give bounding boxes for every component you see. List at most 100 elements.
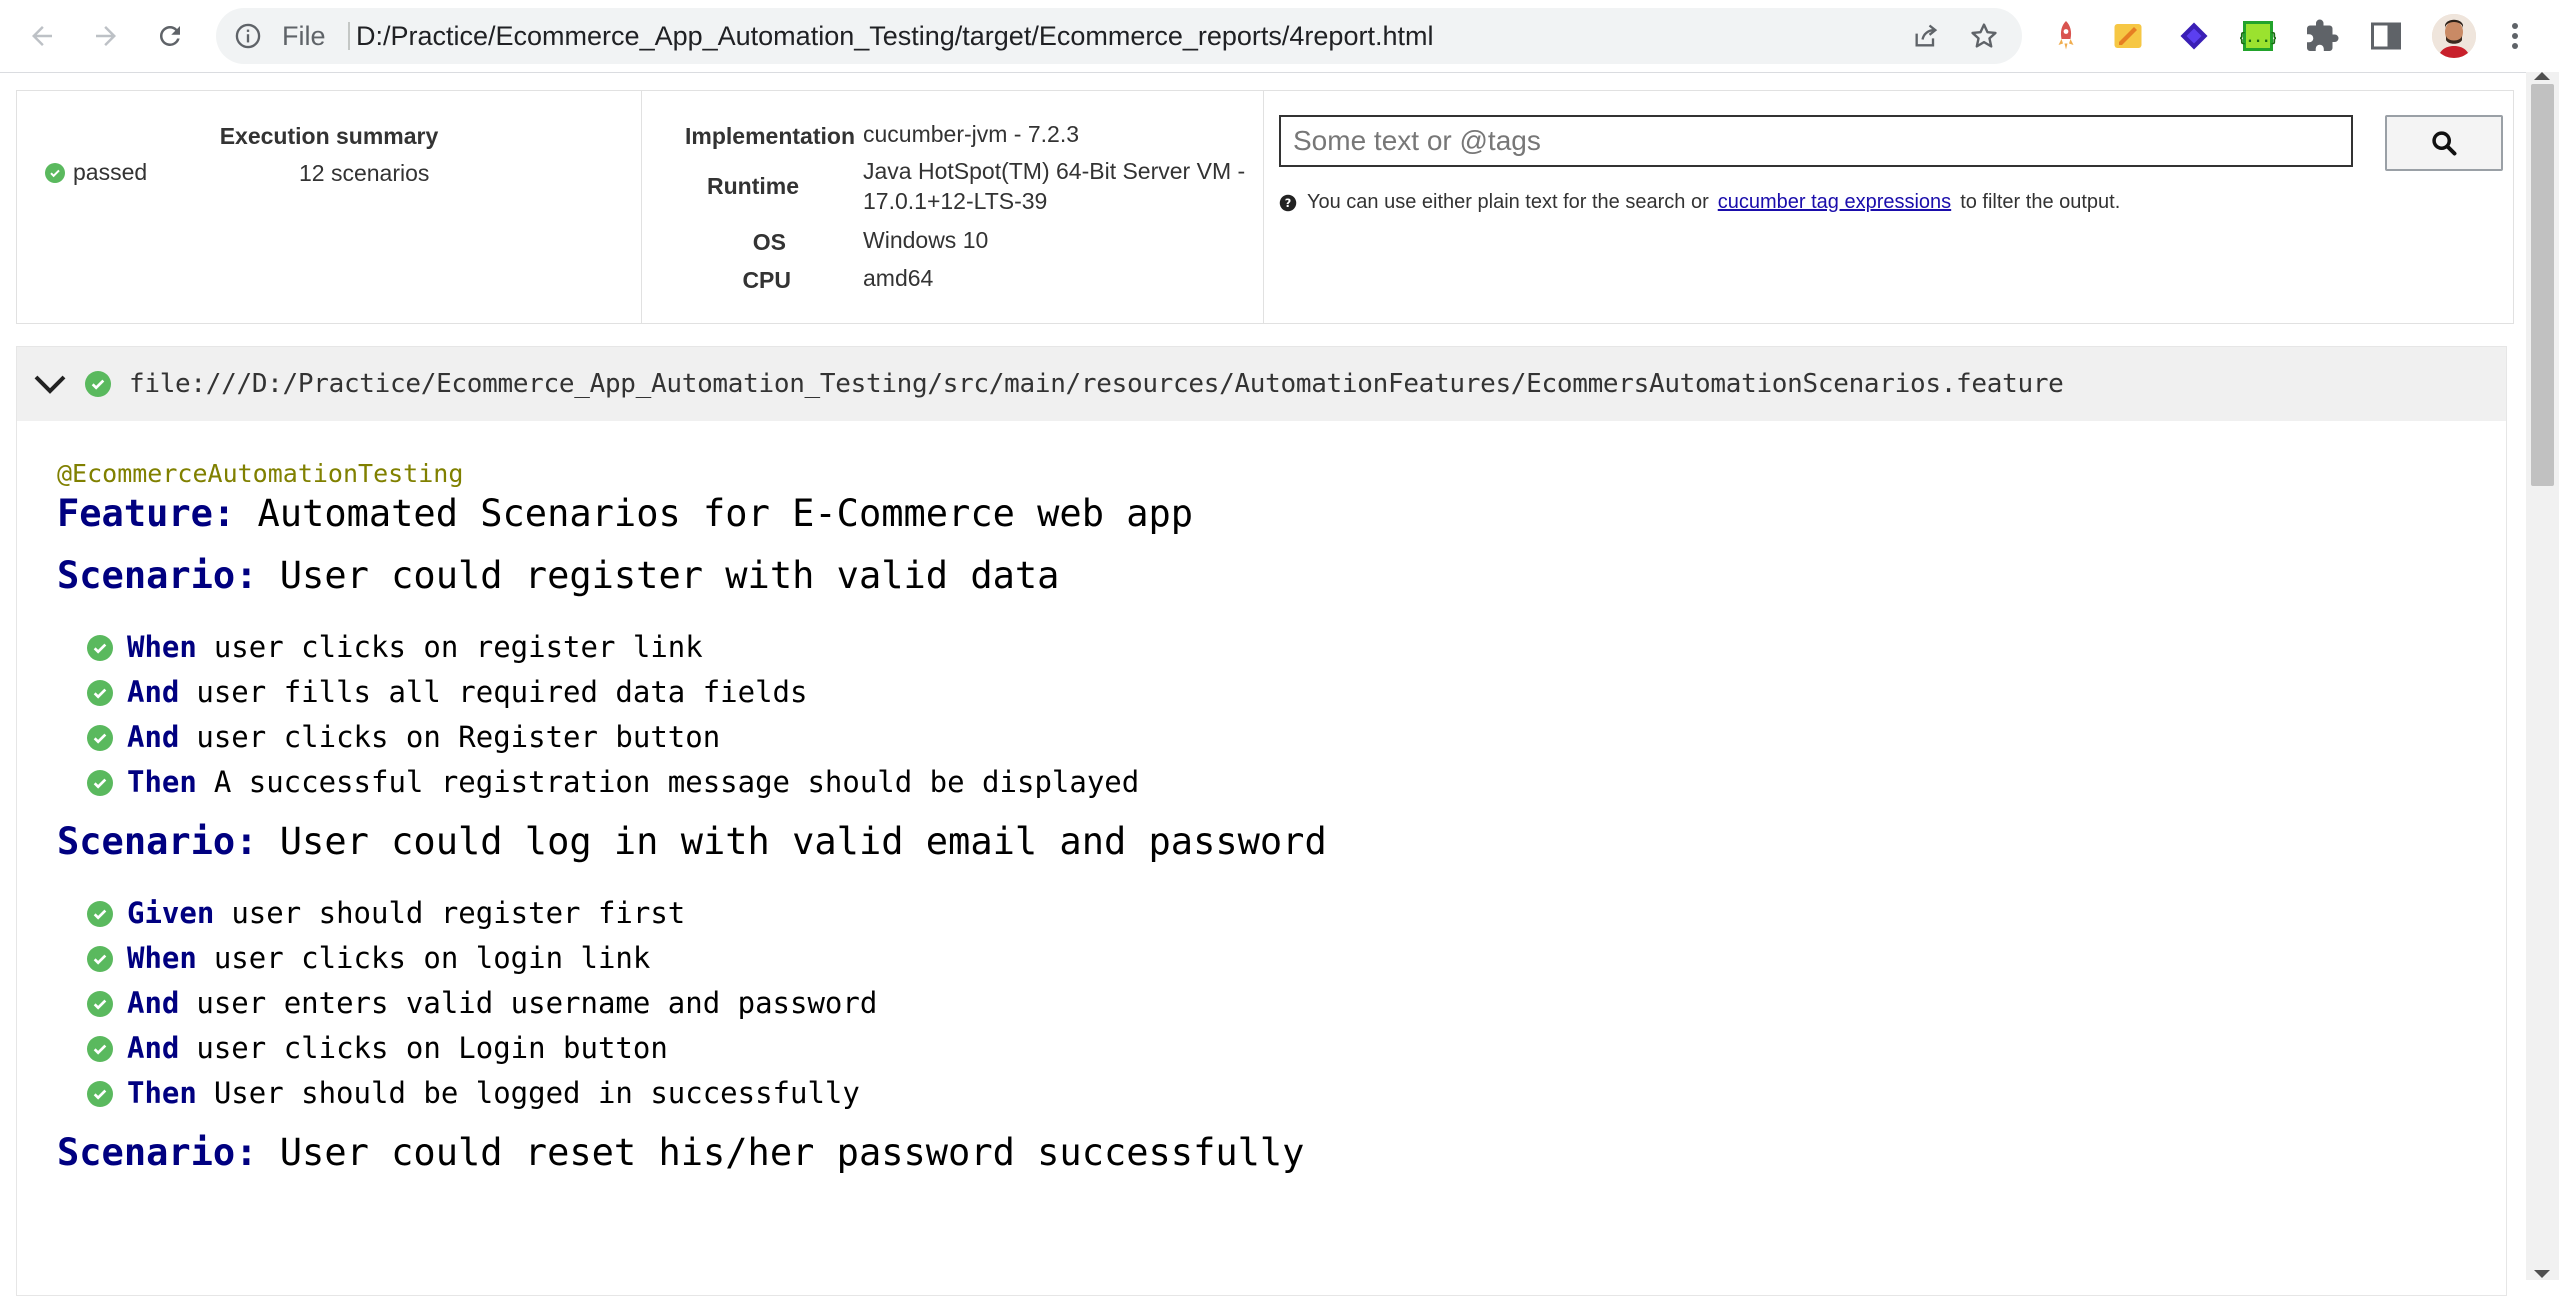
step-keyword: When xyxy=(127,941,197,975)
step-keyword: And xyxy=(127,720,180,754)
step: And user enters valid username and passwo… xyxy=(87,981,1327,1026)
scroll-thumb[interactable] xyxy=(2531,84,2554,486)
step-text: user fills all required data fields xyxy=(196,675,808,709)
runtime-value-line2: 17.0.1+12-LTS-39 xyxy=(863,188,1048,214)
step-keyword: When xyxy=(127,630,197,664)
json-extension-icon[interactable]: {...} xyxy=(2240,18,2276,54)
search-icon xyxy=(2432,131,2457,156)
scenario: Scenario: User could reset his/her passw… xyxy=(57,1128,1327,1178)
check-circle-icon xyxy=(87,1080,113,1107)
scenario-title: Scenario: User could register with valid… xyxy=(57,551,1327,601)
reload-button[interactable] xyxy=(150,16,190,56)
implementation-value: cucumber-jvm - 7.2.3 xyxy=(863,121,1080,147)
status-passed: passed xyxy=(45,159,147,186)
step-text: A successful registration message should… xyxy=(213,765,1140,799)
execution-summary: Execution summary passed 12 scenarios xyxy=(17,91,642,323)
feature-file-path: file:///D:/Practice/Ecommerce_App_Automa… xyxy=(129,369,2064,399)
arrow-right-icon xyxy=(96,26,116,46)
rocket-extension-icon[interactable] xyxy=(2048,18,2084,54)
file-label: File xyxy=(282,21,326,51)
step-keyword: And xyxy=(127,1031,180,1065)
puzzle-icon[interactable] xyxy=(2304,18,2340,54)
svg-text:{...}: {...} xyxy=(2240,30,2276,46)
step-text: user clicks on Login button xyxy=(196,1031,668,1065)
scroll-down-arrow-icon[interactable] xyxy=(2534,1270,2550,1278)
cpu-value: amd64 xyxy=(863,265,934,291)
scenario-name: User could log in with valid email and p… xyxy=(279,820,1327,863)
check-circle-icon xyxy=(87,769,113,796)
share-icon[interactable] xyxy=(1912,22,1940,50)
step: When user clicks on login link xyxy=(87,936,1327,981)
tag-expressions-link[interactable]: cucumber tag expressions xyxy=(1718,191,1951,214)
divider xyxy=(348,22,350,50)
browser-toolbar: File D:/Practice/Ecommerce_App_Automatio… xyxy=(0,0,2559,73)
search-button[interactable] xyxy=(2385,115,2503,171)
notes-extension-icon[interactable] xyxy=(2110,18,2146,54)
arrow-left-icon xyxy=(32,26,52,46)
more-menu-icon[interactable] xyxy=(2500,18,2530,54)
scenario: Scenario: User could log in with valid e… xyxy=(57,817,1327,1116)
implementation-label: Implementation xyxy=(685,123,855,149)
step: When user clicks on register link xyxy=(87,625,1327,670)
step-text: user clicks on login link xyxy=(213,941,651,975)
check-circle-icon xyxy=(87,1035,113,1062)
chevron-down-icon[interactable] xyxy=(31,367,69,401)
search-input[interactable] xyxy=(1279,115,2353,167)
layers-extension-icon[interactable] xyxy=(2176,18,2212,54)
check-circle-icon xyxy=(87,945,113,972)
step: And user clicks on Register button xyxy=(87,715,1327,760)
step-text: user should register first xyxy=(231,896,686,930)
help-text-after: to filter the output. xyxy=(1960,191,2121,213)
scroll-up-arrow-icon[interactable] xyxy=(2534,72,2550,80)
scenario-list: Scenario: User could register with valid… xyxy=(57,551,1327,1178)
step: Given user should register first xyxy=(87,891,1327,936)
check-circle-icon xyxy=(85,371,111,397)
search-section: ? You can use either plain text for the … xyxy=(1263,91,2513,323)
help-text-before: You can use either plain text for the se… xyxy=(1307,191,1709,213)
gherkin-document: @EcommerceAutomationTesting Feature: Aut… xyxy=(57,459,1327,1178)
step: Then A successful registration message sh… xyxy=(87,760,1327,805)
runtime-label: Runtime xyxy=(707,173,799,199)
avatar[interactable] xyxy=(2432,14,2476,58)
step-text: user clicks on Register button xyxy=(196,720,721,754)
scenario-title: Scenario: User could reset his/her passw… xyxy=(57,1128,1327,1178)
step-keyword: And xyxy=(127,675,180,709)
scenario-name: User could reset his/her password succes… xyxy=(279,1131,1305,1174)
forward-button[interactable] xyxy=(86,16,126,56)
step-keyword: And xyxy=(127,986,180,1020)
environment-info: Implementation cucumber-jvm - 7.2.3 Runt… xyxy=(641,91,1264,323)
feature-header[interactable]: file:///D:/Practice/Ecommerce_App_Automa… xyxy=(17,347,2506,421)
scenario: Scenario: User could register with valid… xyxy=(57,551,1327,805)
step-keyword: Given xyxy=(127,896,215,930)
scenario-title: Scenario: User could log in with valid e… xyxy=(57,817,1327,867)
feature-tag[interactable]: @EcommerceAutomationTesting xyxy=(57,459,1327,489)
check-circle-icon xyxy=(87,990,113,1017)
url-text[interactable]: D:/Practice/Ecommerce_App_Automation_Tes… xyxy=(356,22,1433,50)
step-list: Given user should register first When user … xyxy=(57,891,1327,1116)
step: And user fills all required data fields xyxy=(87,670,1327,715)
check-circle-icon xyxy=(87,900,113,927)
back-button[interactable] xyxy=(22,16,62,56)
info-icon[interactable] xyxy=(234,22,262,50)
check-circle-icon xyxy=(87,634,113,661)
scenario-keyword: Scenario: xyxy=(57,1131,258,1174)
os-value: Windows 10 xyxy=(863,227,989,253)
os-label: OS xyxy=(752,229,786,255)
reload-icon xyxy=(159,25,180,46)
step: Then User should be logged in successfull… xyxy=(87,1071,1327,1116)
feature-name: Automated Scenarios for E-Commerce web a… xyxy=(257,492,1194,535)
scenario-count: 12 scenarios xyxy=(299,160,430,186)
step-text: user clicks on register link xyxy=(213,630,703,664)
feature-keyword: Feature: xyxy=(57,492,236,535)
address-bar[interactable]: File D:/Practice/Ecommerce_App_Automatio… xyxy=(216,8,2022,64)
step-text: user enters valid username and password xyxy=(196,986,878,1020)
step: And user clicks on Login button xyxy=(87,1026,1327,1071)
step-list: When user clicks on register link And user … xyxy=(57,625,1327,805)
scenario-keyword: Scenario: xyxy=(57,820,258,863)
side-panel-icon[interactable] xyxy=(2368,18,2404,54)
check-circle-icon xyxy=(87,679,113,706)
bookmark-star-icon[interactable] xyxy=(1968,20,2000,52)
scenario-keyword: Scenario: xyxy=(57,554,258,597)
step-text: User should be logged in successfully xyxy=(213,1076,860,1110)
scrollbar[interactable] xyxy=(2526,72,2559,1280)
